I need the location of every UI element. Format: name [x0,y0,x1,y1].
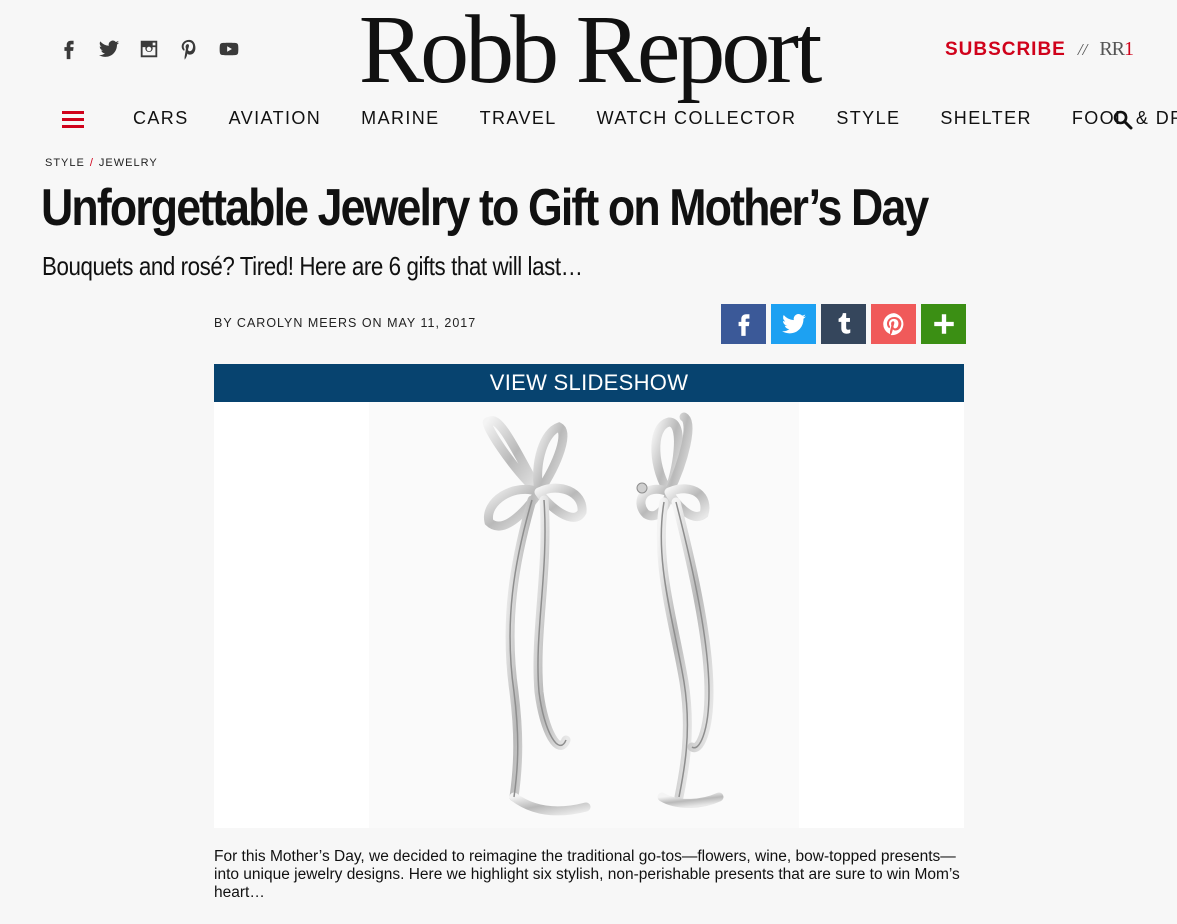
facebook-share-button[interactable] [721,304,766,344]
breadcrumb-separator: / [89,157,94,169]
search-icon[interactable] [1111,108,1135,132]
header-separator: // [1077,39,1088,59]
nav-item-watch-collector[interactable]: WATCH COLLECTOR [597,108,797,129]
author-link[interactable]: CAROLYN MEERS [237,316,357,330]
share-buttons [721,304,966,344]
pinterest-share-button[interactable] [871,304,916,344]
pinterest-icon [882,313,903,336]
byline: BY CAROLYN MEERS ON MAY 11, 2017 [214,316,476,330]
plus-icon [933,314,954,334]
tumblr-share-button[interactable] [821,304,866,344]
facebook-icon [738,314,749,336]
twitter-share-button[interactable] [771,304,816,344]
nav-item-cars[interactable]: CARS [133,108,189,129]
bow-earrings-illustration [369,402,799,828]
nav-item-travel[interactable]: TRAVEL [480,108,557,129]
twitter-icon [781,314,806,334]
main-nav: CARS AVIATION MARINE TRAVEL WATCH COLLEC… [0,106,1177,134]
nav-item-marine[interactable]: MARINE [361,108,439,129]
article-intro: For this Mother’s Day, we decided to rei… [214,848,960,901]
rr1-prefix: RR [1099,38,1125,60]
breadcrumb: STYLE / JEWELRY [45,157,158,169]
header-actions: SUBSCRIBE // RR1 [945,38,1134,61]
tumblr-icon [838,313,850,334]
more-share-button[interactable] [921,304,966,344]
hero-image[interactable] [214,402,964,828]
article-dek: Bouquets and rosé? Tired! Here are 6 gif… [42,251,583,281]
hamburger-menu-icon[interactable] [62,111,84,132]
breadcrumb-style[interactable]: STYLE [45,157,85,169]
view-slideshow-button[interactable]: VIEW SLIDESHOW [214,364,964,402]
publish-date: MAY 11, 2017 [387,316,477,330]
breadcrumb-jewelry[interactable]: JEWELRY [99,157,158,169]
nav-item-style[interactable]: STYLE [836,108,900,129]
subscribe-link[interactable]: SUBSCRIBE [945,39,1066,61]
nav-item-aviation[interactable]: AVIATION [229,108,322,129]
byline-mid: ON [357,316,388,330]
nav-items: CARS AVIATION MARINE TRAVEL WATCH COLLEC… [133,108,1177,129]
nav-item-shelter[interactable]: SHELTER [940,108,1032,129]
rr1-suffix: 1 [1124,38,1134,60]
rr1-logo[interactable]: RR1 [1099,38,1134,61]
byline-prefix: BY [214,316,237,330]
page-title: Unforgettable Jewelry to Gift on Mother’… [41,179,929,237]
